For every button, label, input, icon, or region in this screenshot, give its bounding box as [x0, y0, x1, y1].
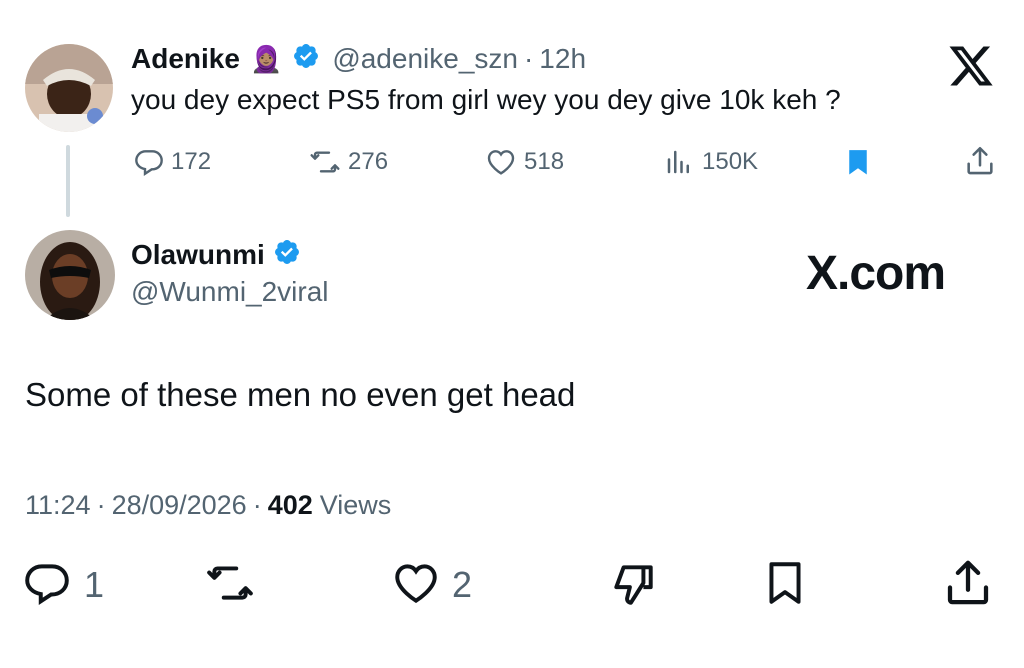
- bookmark-button[interactable]: [843, 145, 873, 179]
- xcom-watermark: X.com: [806, 247, 946, 300]
- author-handle[interactable]: @adenike_szn: [332, 43, 518, 75]
- thread-line: [66, 145, 70, 217]
- share-icon: [963, 144, 997, 178]
- author-name[interactable]: Olawunmi: [131, 239, 265, 271]
- avatar-adenike[interactable]: [25, 44, 113, 132]
- like-icon: [388, 558, 444, 613]
- verified-icon: [292, 42, 320, 77]
- tweet-time[interactable]: 12h: [539, 43, 586, 75]
- repost-icon: [308, 146, 342, 178]
- repost-icon: [202, 558, 258, 613]
- author-name[interactable]: Adenike: [131, 43, 240, 75]
- share-button[interactable]: [963, 144, 997, 178]
- meta-separator: ·: [96, 490, 106, 520]
- views-count: 150K: [702, 148, 759, 175]
- views-button[interactable]: 150K: [664, 145, 758, 179]
- like-count: 2: [452, 564, 473, 605]
- share-button[interactable]: [941, 558, 995, 612]
- quoted-tweet-text: you dey expect PS5 from girl wey you dey…: [131, 84, 841, 115]
- tweet-time[interactable]: 11:24: [25, 490, 91, 521]
- views-icon: [664, 146, 694, 178]
- reply-icon: [133, 146, 165, 178]
- reply-button[interactable]: 172: [133, 145, 211, 179]
- author-handle[interactable]: @Wunmi_2viral: [131, 276, 329, 308]
- reply-icon: [22, 558, 72, 613]
- author-emoji: 🧕🏽: [249, 43, 283, 74]
- bookmark-icon: [843, 146, 873, 178]
- like-button[interactable]: 518: [484, 145, 564, 179]
- repost-count: 276: [348, 148, 389, 175]
- like-icon: [484, 146, 518, 178]
- verified-icon: [273, 238, 301, 273]
- main-tweet-header: Olawunmi: [131, 237, 301, 273]
- like-count: 518: [524, 148, 565, 175]
- reply-count: 172: [171, 148, 212, 175]
- view-count: 402: [267, 490, 313, 520]
- dislike-button[interactable]: [606, 562, 660, 612]
- avatar-olawunmi[interactable]: [25, 230, 115, 320]
- quoted-tweet-header: Adenike 🧕🏽 @adenike_szn · 12h: [131, 40, 586, 78]
- tweet-date[interactable]: 28/09/2026: [112, 490, 247, 521]
- views-label: Views: [319, 490, 392, 520]
- reply-count: 1: [84, 564, 105, 605]
- bookmark-button[interactable]: [760, 560, 810, 610]
- main-tweet-text: Some of these men no even get head: [25, 376, 576, 413]
- meta-separator: ·: [252, 490, 262, 520]
- reply-button[interactable]: 1: [22, 560, 104, 610]
- like-button[interactable]: 2: [388, 560, 472, 610]
- share-icon: [941, 556, 995, 615]
- x-logo-icon[interactable]: [947, 42, 995, 90]
- repost-button[interactable]: 276: [308, 145, 388, 179]
- bookmark-icon: [760, 558, 810, 613]
- tweet-meta: 11:24 · 28/09/2026 · 402 Views: [25, 490, 391, 521]
- header-separator: ·: [523, 43, 534, 74]
- dislike-icon: [606, 560, 660, 615]
- repost-button[interactable]: [202, 560, 258, 610]
